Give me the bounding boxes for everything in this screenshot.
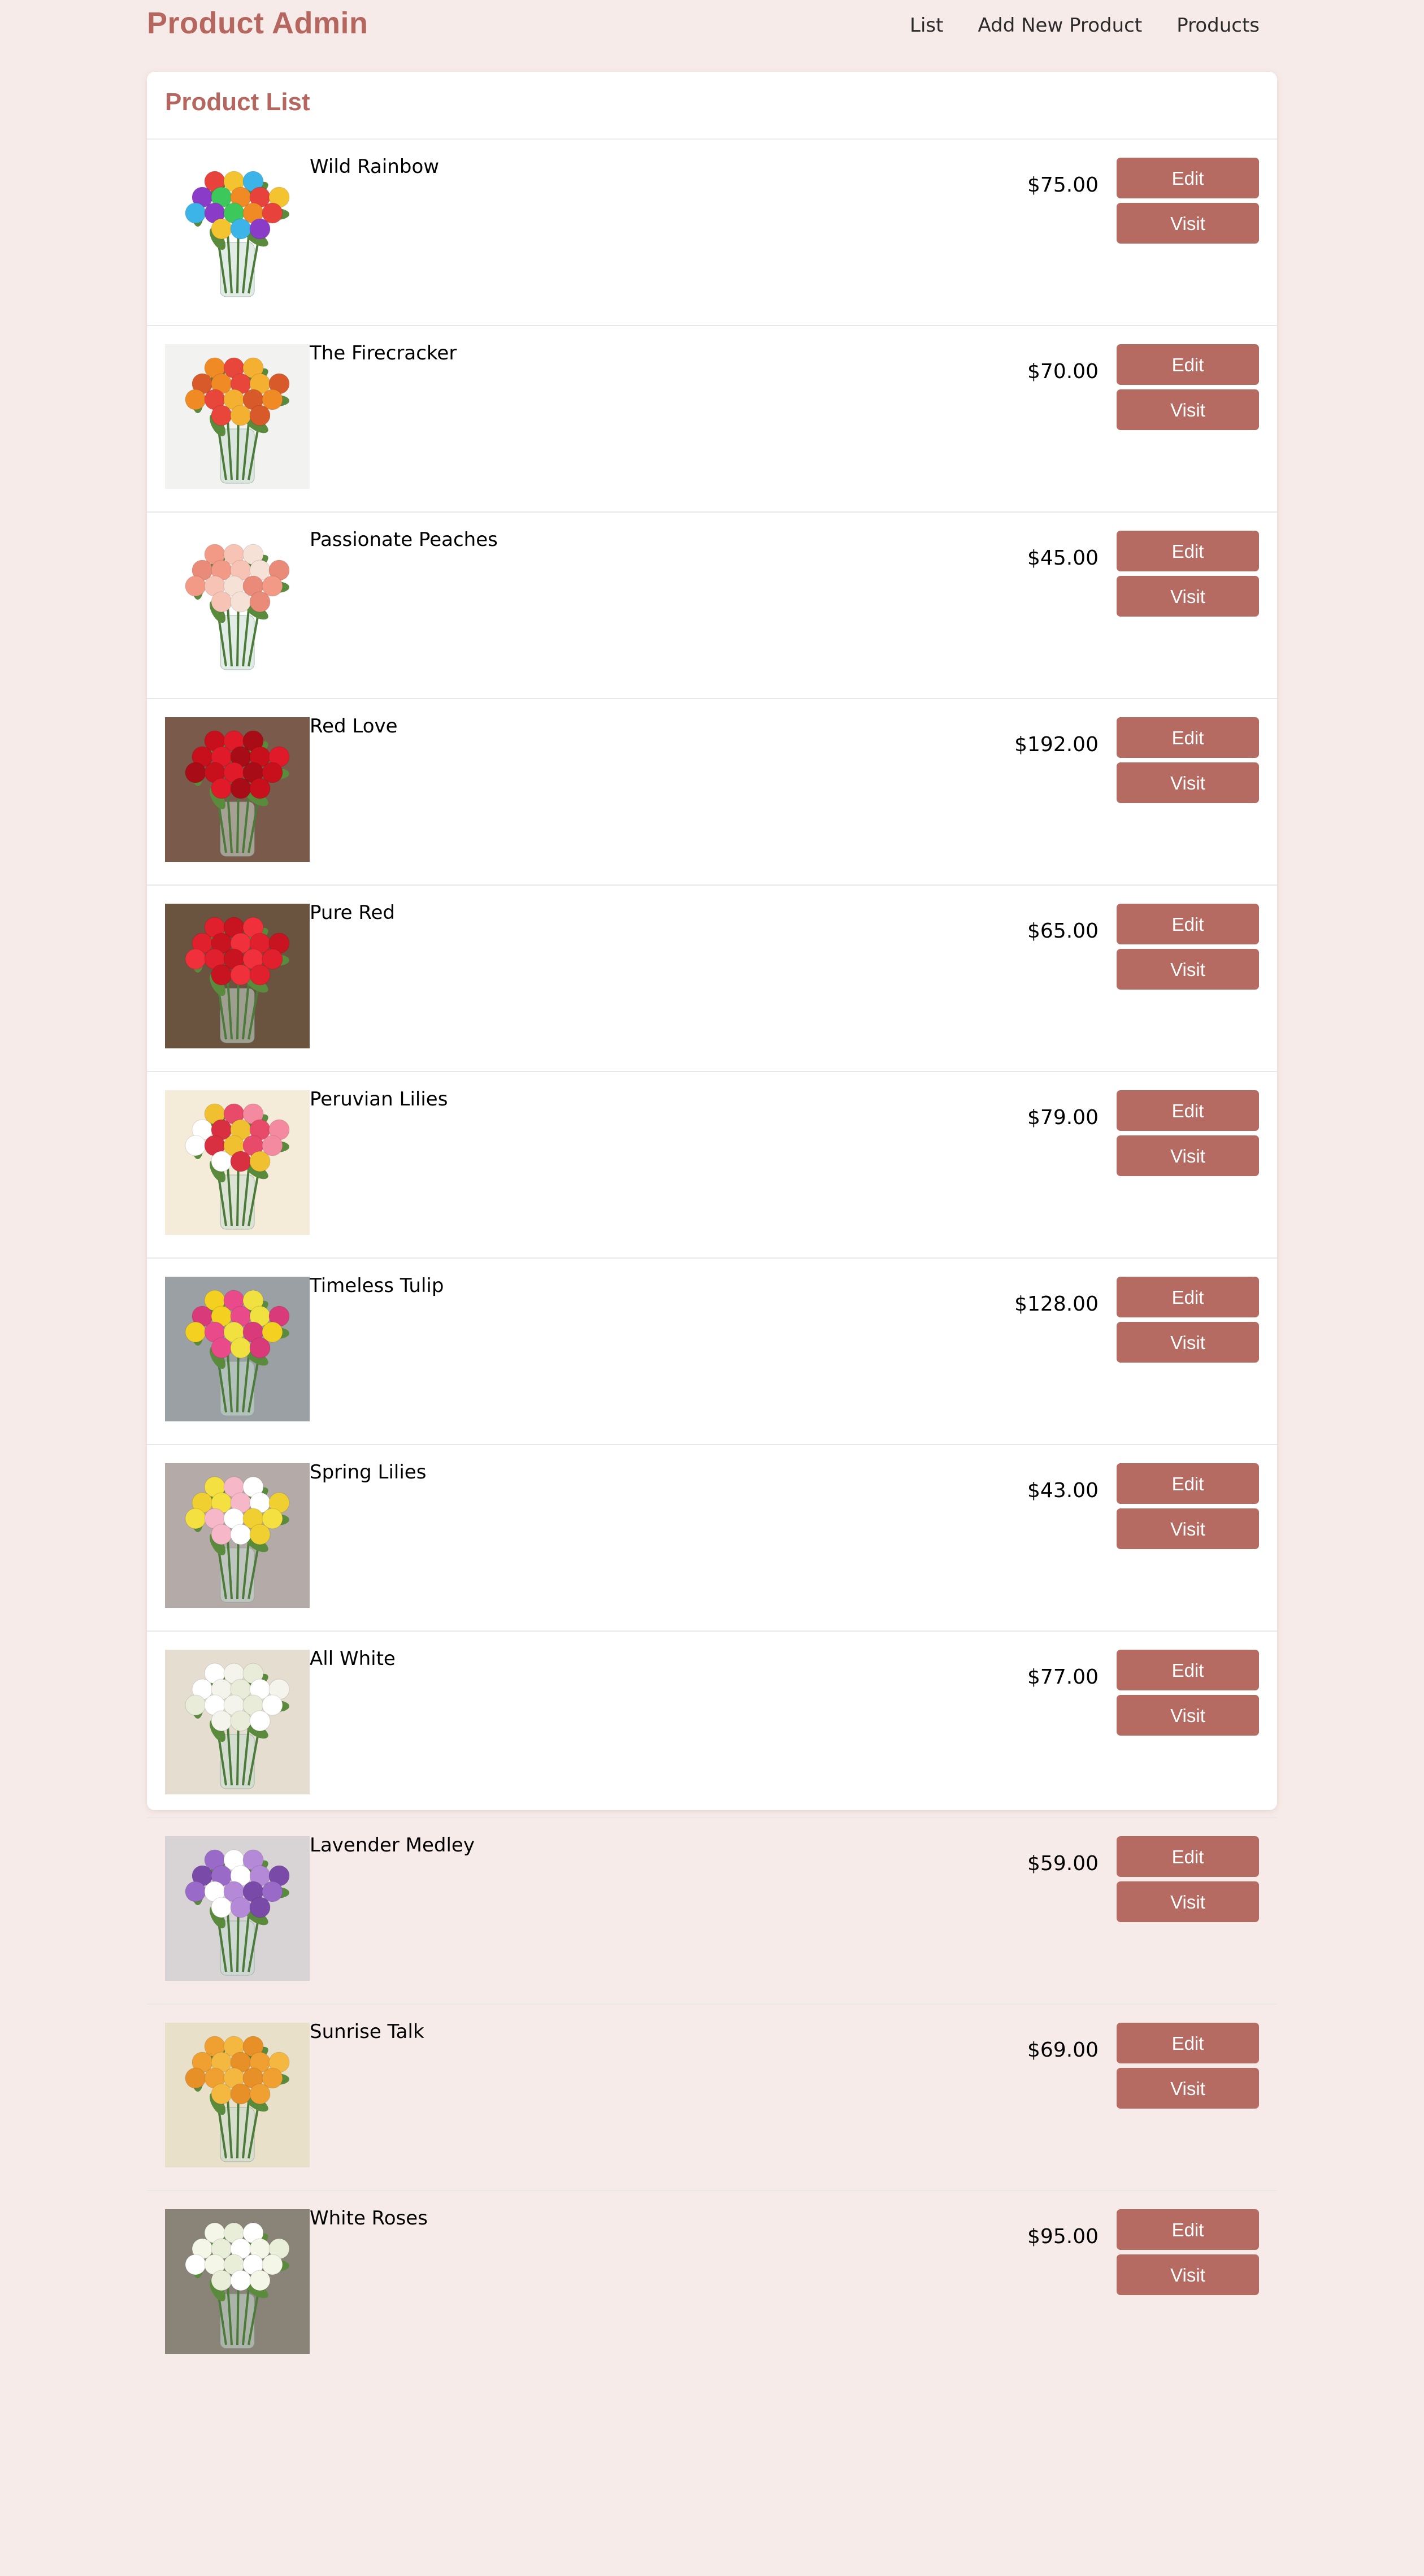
nav-link-products[interactable]: Products: [1176, 14, 1260, 37]
product-image: [165, 1836, 310, 1981]
product-name: All White: [310, 1647, 396, 1670]
product-row: Lavender Medley $59.00 Edit Visit: [147, 1818, 1277, 2005]
product-name: Sunrise Talk: [310, 2020, 424, 2043]
product-name: Spring Lilies: [310, 1461, 427, 1484]
visit-button[interactable]: Visit: [1117, 2254, 1259, 2295]
visit-button[interactable]: Visit: [1117, 1135, 1259, 1176]
edit-button[interactable]: Edit: [1117, 2209, 1259, 2250]
product-row: Spring Lilies $43.00 Edit Visit: [147, 1445, 1277, 1632]
product-image: [165, 2209, 310, 2354]
product-row: Wild Rainbow $75.00 Edit Visit: [147, 140, 1277, 326]
product-image: [165, 1090, 310, 1235]
top-nav: List Add New Product Products: [910, 14, 1260, 37]
edit-button[interactable]: Edit: [1117, 1650, 1259, 1690]
edit-button[interactable]: Edit: [1117, 717, 1259, 758]
product-list-panel: Product List Wild Rainbow $75.00 Edit Visit…: [147, 72, 1277, 2354]
edit-button[interactable]: Edit: [1117, 1090, 1259, 1131]
product-row: Timeless Tulip $128.00 Edit Visit: [147, 1259, 1277, 1445]
visit-button[interactable]: Visit: [1117, 949, 1259, 990]
product-price: $43.00: [1027, 1479, 1099, 1502]
product-name: The Firecracker: [310, 342, 457, 365]
product-name: Peruvian Lilies: [310, 1088, 448, 1111]
product-row: Passionate Peaches $45.00 Edit Visit: [147, 513, 1277, 699]
product-image: [165, 717, 310, 862]
product-row: Red Love $192.00 Edit Visit: [147, 699, 1277, 886]
product-image: [165, 2023, 310, 2167]
product-price: $45.00: [1027, 547, 1099, 570]
product-price: $59.00: [1027, 1852, 1099, 1875]
product-row: All White $77.00 Edit Visit: [147, 1632, 1277, 1818]
product-image: [165, 1463, 310, 1608]
visit-button[interactable]: Visit: [1117, 762, 1259, 803]
product-image: [165, 158, 310, 302]
visit-button[interactable]: Visit: [1117, 576, 1259, 617]
visit-button[interactable]: Visit: [1117, 1322, 1259, 1363]
product-image: [165, 344, 310, 489]
product-name: White Roses: [310, 2207, 428, 2230]
visit-button[interactable]: Visit: [1117, 1881, 1259, 1922]
product-name: Red Love: [310, 715, 398, 738]
product-name: Pure Red: [310, 901, 396, 924]
product-price: $75.00: [1027, 174, 1099, 197]
top-bar: Product Admin List Add New Product Produ…: [147, 0, 1277, 57]
edit-button[interactable]: Edit: [1117, 1463, 1259, 1504]
product-name: Timeless Tulip: [310, 1274, 444, 1297]
product-row: The Firecracker $70.00 Edit Visit: [147, 326, 1277, 513]
product-name: Wild Rainbow: [310, 155, 440, 178]
product-price: $69.00: [1027, 2039, 1099, 2062]
product-row: Peruvian Lilies $79.00 Edit Visit: [147, 1072, 1277, 1259]
product-price: $77.00: [1027, 1666, 1099, 1689]
app-container: Product Admin List Add New Product Produ…: [147, 0, 1277, 2354]
edit-button[interactable]: Edit: [1117, 158, 1259, 198]
product-image: [165, 1277, 310, 1421]
nav-link-add-new-product[interactable]: Add New Product: [978, 14, 1142, 37]
edit-button[interactable]: Edit: [1117, 1836, 1259, 1877]
product-image: [165, 904, 310, 1048]
visit-button[interactable]: Visit: [1117, 1695, 1259, 1736]
product-price: $70.00: [1027, 360, 1099, 383]
edit-button[interactable]: Edit: [1117, 1277, 1259, 1317]
product-name: Passionate Peaches: [310, 528, 498, 551]
product-price: $79.00: [1027, 1106, 1099, 1129]
visit-button[interactable]: Visit: [1117, 1508, 1259, 1549]
product-price: $192.00: [1014, 733, 1099, 756]
product-list: Wild Rainbow $75.00 Edit Visit The Firecrack…: [147, 140, 1277, 2378]
visit-button[interactable]: Visit: [1117, 2068, 1259, 2109]
product-image: [165, 531, 310, 675]
product-row: White Roses $95.00 Edit Visit: [147, 2191, 1277, 2378]
visit-button[interactable]: Visit: [1117, 203, 1259, 244]
visit-button[interactable]: Visit: [1117, 389, 1259, 430]
edit-button[interactable]: Edit: [1117, 344, 1259, 385]
panel-title: Product List: [147, 72, 1277, 140]
edit-button[interactable]: Edit: [1117, 2023, 1259, 2063]
edit-button[interactable]: Edit: [1117, 531, 1259, 571]
product-price: $65.00: [1027, 920, 1099, 943]
product-row: Pure Red $65.00 Edit Visit: [147, 886, 1277, 1072]
product-name: Lavender Medley: [310, 1834, 475, 1857]
brand-logo[interactable]: Product Admin: [147, 6, 368, 41]
product-price: $128.00: [1014, 1293, 1099, 1316]
nav-link-list[interactable]: List: [910, 14, 943, 37]
product-row: Sunrise Talk $69.00 Edit Visit: [147, 2005, 1277, 2191]
edit-button[interactable]: Edit: [1117, 904, 1259, 944]
product-price: $95.00: [1027, 2225, 1099, 2248]
product-image: [165, 1650, 310, 1794]
